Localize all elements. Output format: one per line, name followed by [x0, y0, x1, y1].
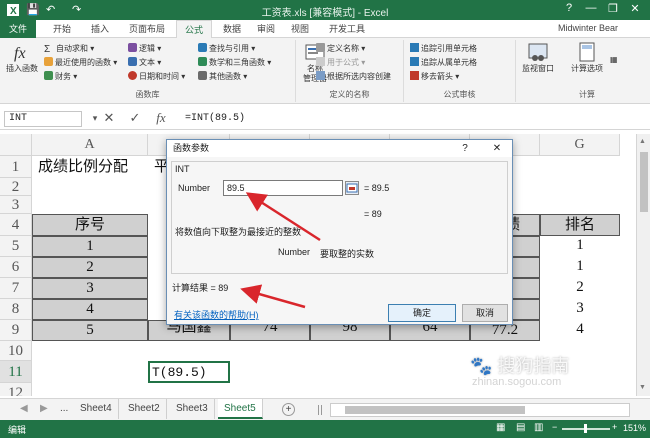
- arrow-to-number-input: [245, 192, 321, 242]
- watermark-text: 搜狗指南: [497, 356, 570, 376]
- arrow-to-result: [240, 284, 306, 309]
- watermark-url: zhinan.sogou.com: [472, 376, 562, 388]
- paw-icon: 🐾: [470, 356, 493, 376]
- watermark-logo: 🐾 搜狗指南: [470, 352, 569, 378]
